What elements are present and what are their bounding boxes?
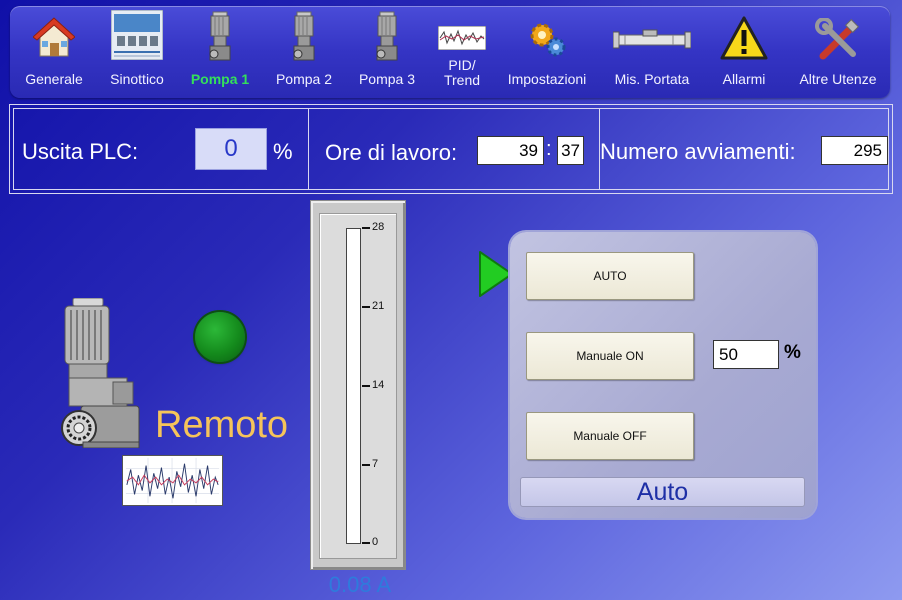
manual-on-button[interactable]: Manuale ON (526, 332, 694, 380)
trend-icon (438, 26, 486, 50)
auto-button[interactable]: AUTO (526, 252, 694, 300)
gauge-tick (362, 385, 370, 387)
tools-icon (815, 18, 860, 60)
starts-count-label: Numero avviamenti: (600, 139, 796, 164)
nav-label-impostazioni: Impostazioni (507, 71, 587, 87)
plc-output-value[interactable]: 0 (195, 128, 267, 170)
gauge-tick-label: 28 (372, 221, 385, 233)
control-panel: AUTO Manuale ON 50 % Manuale OFF Auto (510, 232, 816, 518)
plc-output-unit: % (273, 139, 293, 164)
flowmeter-icon (613, 29, 691, 49)
gauge-tick (362, 306, 370, 308)
status-led (195, 312, 245, 362)
gauge-tick-label: 0 (372, 536, 379, 548)
manual-percent-unit: % (784, 342, 801, 363)
nav-mis-portata[interactable]: Mis. Portata (602, 6, 702, 98)
manual-off-button[interactable]: Manuale OFF (526, 412, 694, 460)
pump-icon (293, 11, 315, 61)
nav-sinottico[interactable]: Sinottico (96, 6, 178, 98)
mode-status-display: Auto (520, 477, 805, 507)
gauge-bar (346, 228, 361, 544)
gauge-tick (362, 227, 370, 229)
current-gauge: 28 21 14 7 0 (310, 200, 406, 570)
working-hours-field[interactable]: 39 (477, 136, 544, 165)
info-bar: Uscita PLC: 0 % Ore di lavoro: 39 : 37 N… (9, 104, 893, 194)
nav-pompa-2[interactable]: Pompa 2 (266, 6, 342, 98)
remote-mode-label: Remoto (155, 404, 289, 446)
gauge-tick-label: 21 (372, 300, 385, 312)
house-icon (33, 17, 75, 57)
warning-icon (720, 16, 768, 60)
starts-count-field[interactable]: 295 (821, 136, 888, 165)
nav-generale[interactable]: Generale (16, 6, 92, 98)
gauge-tick-label: 14 (372, 379, 385, 391)
nav-pompa-1[interactable]: Pompa 1 (182, 6, 258, 98)
top-nav-bar: Generale Sinottico Pompa 1 Pompa 2 Pompa… (10, 6, 890, 98)
nav-label-generale: Generale (25, 71, 83, 87)
plc-output-label: Uscita PLC: (22, 139, 139, 164)
pump-icon (209, 11, 231, 61)
nav-label-sinottico: Sinottico (110, 71, 164, 87)
synoptic-icon (111, 10, 163, 60)
gears-icon (530, 23, 566, 57)
pump-motor-illustration (61, 298, 140, 448)
nav-impostazioni[interactable]: Impostazioni (498, 6, 596, 98)
nav-label-altre-utenze: Altre Utenze (799, 71, 877, 87)
current-reading: 0.08 A (328, 572, 392, 597)
trend-chart-thumbnail[interactable] (122, 455, 223, 506)
hours-separator: : (546, 138, 552, 160)
nav-label-mis-portata: Mis. Portata (614, 71, 690, 87)
nav-altre-utenze[interactable]: Altre Utenze (790, 6, 886, 98)
manual-percent-field[interactable]: 50 (713, 340, 779, 369)
gauge-tick (362, 464, 370, 466)
working-minutes-field[interactable]: 37 (557, 136, 584, 165)
gauge-tick (362, 542, 370, 544)
nav-allarmi[interactable]: Allarmi (708, 6, 780, 98)
divider (308, 109, 309, 189)
nav-label-pompa-2: Pompa 2 (275, 71, 333, 87)
nav-label-pompa-1: Pompa 1 (190, 71, 250, 87)
nav-pompa-3[interactable]: Pompa 3 (349, 6, 425, 98)
nav-label-pid-trend: PID/ Trend (443, 57, 481, 88)
working-hours-label: Ore di lavoro: (325, 140, 458, 165)
nav-label-allarmi: Allarmi (722, 71, 766, 87)
nav-label-pompa-3: Pompa 3 (358, 71, 416, 87)
pump-icon (376, 11, 398, 61)
selected-mode-arrow-icon (479, 251, 513, 297)
gauge-tick-label: 7 (372, 458, 379, 470)
nav-pid-trend[interactable]: PID/ Trend (428, 6, 496, 98)
